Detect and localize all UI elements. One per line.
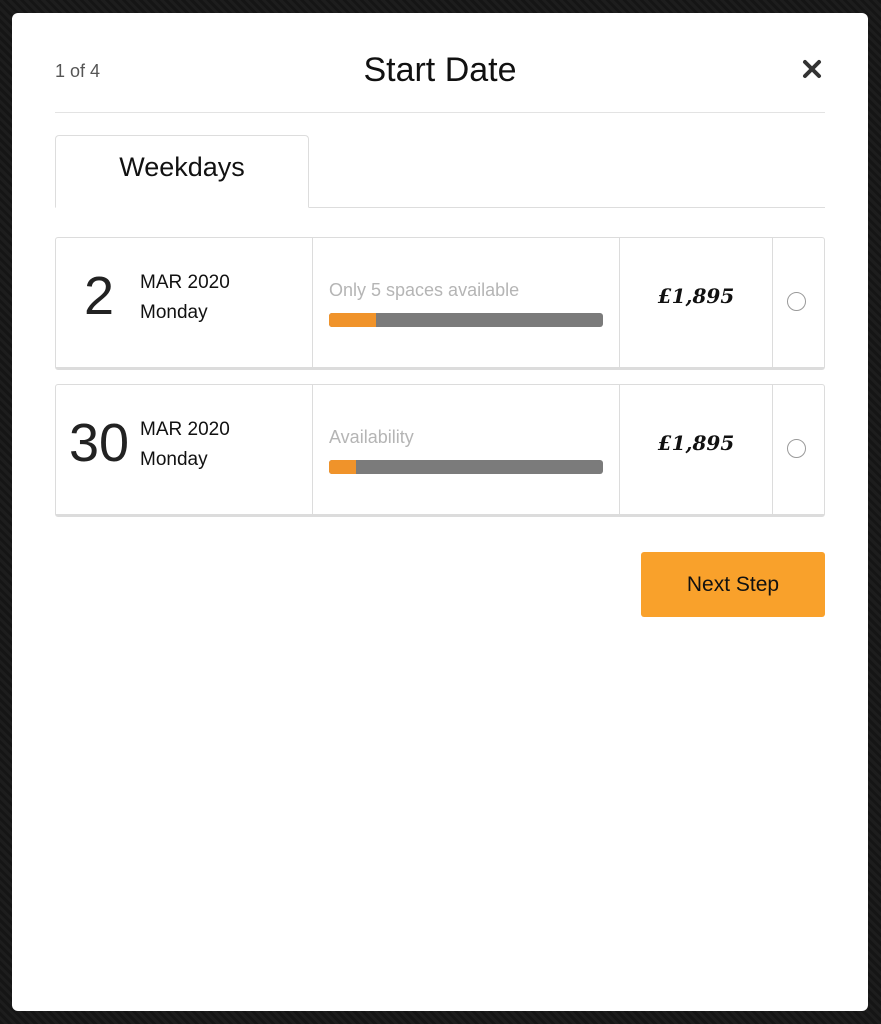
price-cell: £1,895 [620,238,773,367]
availability-bar [329,313,603,327]
date-cell: 30 MAR 2020 Monday [56,385,313,514]
tab-weekdays[interactable]: Weekdays [55,135,309,208]
date-radio-button[interactable] [787,292,806,311]
close-button[interactable] [799,56,825,82]
date-radio-button[interactable] [787,439,806,458]
availability-cell: Availability [313,385,620,514]
price: £1,895 [657,284,735,308]
price-cell: £1,895 [620,385,773,514]
month-year: MAR 2020 [140,272,230,293]
start-date-modal: 1 of 4 Start Date Weekdays 2 MAR 2020 Mo… [12,13,868,1011]
availability-bar [329,460,603,474]
radio-cell [773,238,824,367]
availability-cell: Only 5 spaces available [313,238,620,367]
day-number: 2 [83,266,115,326]
radio-cell [773,385,824,514]
availability-label: Availability [329,427,414,447]
close-icon [803,60,821,78]
availability-bar-fill [329,460,357,474]
weekday: Monday [140,449,208,470]
next-step-button[interactable]: Next Step [641,552,825,617]
availability-bar-fill [329,313,376,327]
day-number: 30 [68,413,130,473]
modal-title: Start Date [363,51,517,89]
date-cell: 2 MAR 2020 Monday [56,238,313,367]
month-year: MAR 2020 [140,419,230,440]
price: £1,895 [657,431,735,455]
weekday: Monday [140,302,208,323]
availability-label: Only 5 spaces available [329,280,520,300]
date-option-row[interactable]: 2 MAR 2020 Monday Only 5 spaces availabl… [55,237,825,370]
tab-bar: Weekdays [55,135,825,208]
modal-header: 1 of 4 Start Date [55,13,825,113]
date-option-row[interactable]: 30 MAR 2020 Monday Availability £1,895 [55,384,825,517]
